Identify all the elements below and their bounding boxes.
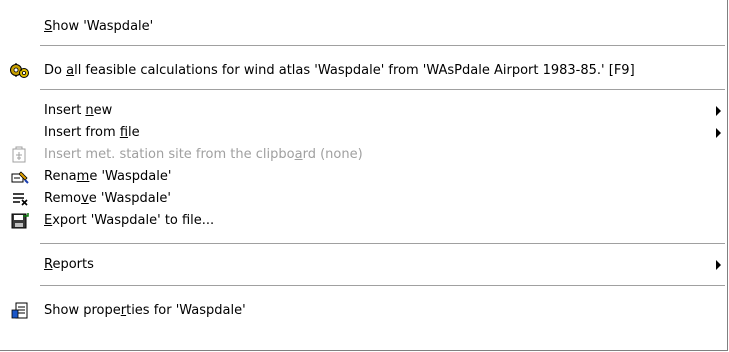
- menu-item-reports[interactable]: Reports: [0, 254, 727, 276]
- menu-item-insert-from-file[interactable]: Insert from file: [0, 122, 727, 144]
- remove-icon: [0, 188, 40, 210]
- context-menu: Show 'Waspdale' Do all feasible calculat…: [0, 0, 728, 351]
- calculator-gears-icon: [0, 60, 40, 82]
- menu-item-label: Reports: [44, 257, 94, 272]
- menu-item-insert-new[interactable]: Insert new: [0, 100, 727, 122]
- menu-item-label: Insert met. station site from the clipbo…: [44, 147, 363, 162]
- menu-separator: [40, 89, 725, 91]
- menu-item-label: Show properties for 'Waspdale': [44, 303, 246, 318]
- menu-item-label: Export 'Waspdale' to file...: [44, 213, 215, 228]
- properties-icon: [0, 300, 40, 322]
- menu-item-show-properties[interactable]: Show properties for 'Waspdale': [0, 300, 727, 322]
- export-save-icon: [0, 210, 40, 232]
- menu-item-show[interactable]: Show 'Waspdale': [0, 16, 727, 38]
- menu-item-export[interactable]: Export 'Waspdale' to file...: [0, 210, 727, 232]
- menu-separator: [40, 45, 725, 47]
- submenu-arrow-icon: [716, 128, 721, 138]
- menu-item-label: Insert from file: [44, 125, 140, 140]
- menu-item-label: Insert new: [44, 103, 113, 118]
- menu-item-label: Remove 'Waspdale': [44, 191, 171, 206]
- menu-item-calculate-all[interactable]: Do all feasible calculations for wind at…: [0, 60, 727, 82]
- clipboard-station-icon: [0, 144, 40, 166]
- submenu-arrow-icon: [716, 106, 721, 116]
- submenu-arrow-icon: [716, 260, 721, 270]
- rename-icon: [0, 166, 40, 188]
- menu-item-label: Do all feasible calculations for wind at…: [44, 63, 635, 78]
- menu-item-label: Rename 'Waspdale': [44, 169, 172, 184]
- menu-item-insert-from-clipboard: Insert met. station site from the clipbo…: [0, 144, 727, 166]
- menu-separator: [40, 285, 725, 287]
- menu-item-label: Show 'Waspdale': [44, 19, 154, 34]
- menu-item-remove[interactable]: Remove 'Waspdale': [0, 188, 727, 210]
- menu-separator: [40, 243, 725, 245]
- menu-item-rename[interactable]: Rename 'Waspdale': [0, 166, 727, 188]
